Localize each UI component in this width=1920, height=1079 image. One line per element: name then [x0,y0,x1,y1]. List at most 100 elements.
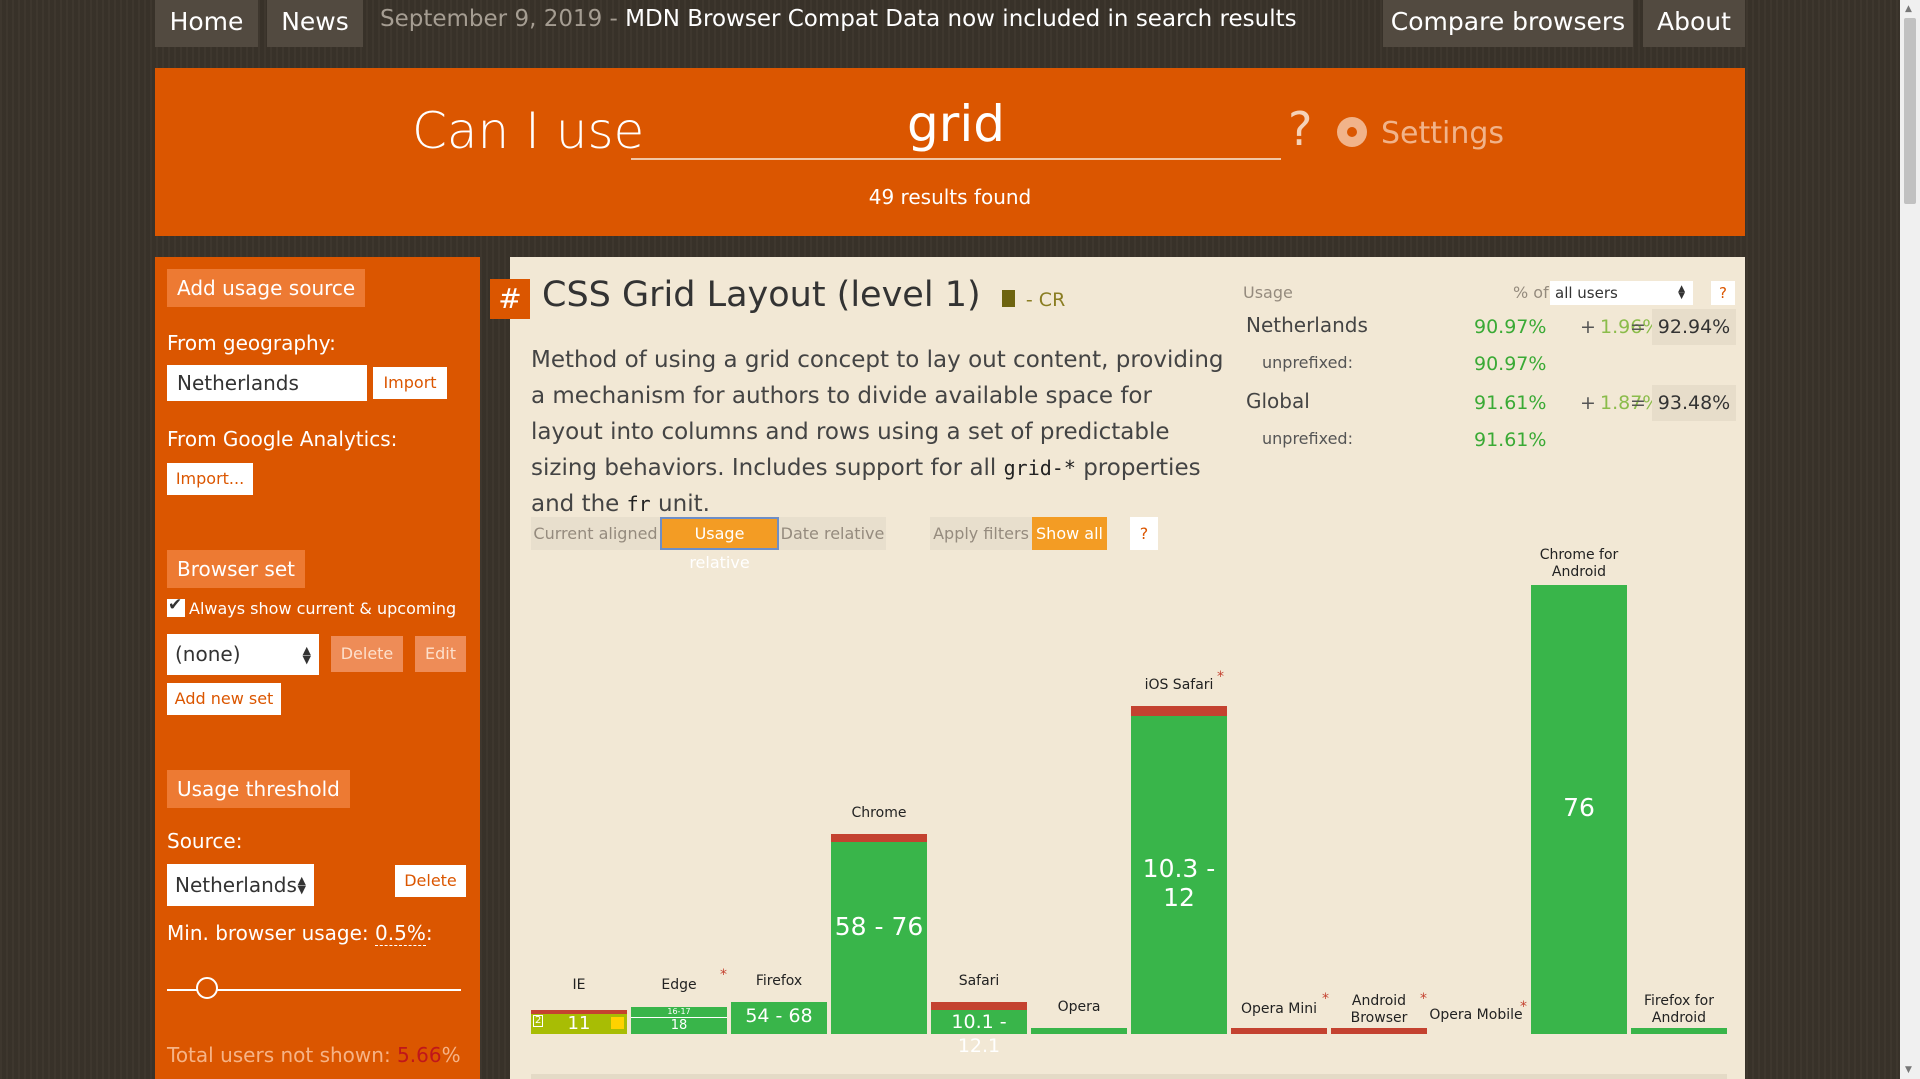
select-arrows-icon: ▲ ▼ [302,643,311,666]
settings-sidebar: Add usage source From geography: Netherl… [155,257,480,1079]
from-geography-label: From geography: [167,331,336,355]
browser-name-safari: Safari [958,973,1000,989]
browser-bar-chrome-android[interactable]: 76 [1531,585,1627,1034]
usage-label: Usage [1243,283,1293,302]
usage-region-global: Global [1246,389,1310,413]
notes-star-icon: * [1217,669,1224,685]
browser-bar-opera[interactable] [1031,1028,1127,1034]
browser-bar-ie[interactable]: 2 11 [531,1010,627,1034]
browser-name-opera-mini: Opera Mini [1240,1001,1318,1017]
browser-bar-firefox[interactable]: 54 - 68 [731,1002,827,1034]
browser-bar-edge[interactable]: 16-17 18 [631,1007,727,1034]
browser-name-firefox-android: Firefox for Android [1643,993,1715,1026]
filters-help-button[interactable]: ? [1130,517,1158,550]
geography-import-button[interactable]: Import [373,367,447,399]
ga-import-button[interactable]: Import... [167,463,253,495]
settings-label: Settings [1381,116,1505,151]
partial-support-icon [611,1017,624,1029]
geography-input[interactable]: Netherlands [167,365,367,401]
scroll-up-icon[interactable]: ▲ [1905,4,1912,14]
nav-compare-browsers[interactable]: Compare browsers [1383,0,1633,47]
news-headline[interactable]: September 9, 2019 - MDN Browser Compat D… [380,6,1297,32]
settings-button[interactable]: Settings [1337,116,1504,151]
usage-region-netherlands: Netherlands [1246,313,1368,337]
users-select[interactable]: all users ▲ ▼ [1550,281,1693,305]
usage-total: 92.94% [1652,309,1736,345]
nav-news[interactable]: News [267,0,363,47]
min-usage-value[interactable]: 0.5% [375,921,426,946]
table-scrollbar[interactable] [531,1074,1727,1079]
source-label: Source: [167,829,243,853]
search-input[interactable] [631,90,1281,160]
usage-full: 91.61% [1474,392,1547,414]
add-new-set-button[interactable]: Add new set [167,683,281,715]
search-help-button[interactable]: ? [1288,102,1312,156]
notes-star-icon: * [720,967,727,983]
nav-home[interactable]: Home [155,0,258,47]
feature-anchor-link[interactable]: # [490,279,530,319]
min-usage-label: Min. browser usage: 0.5%: [167,921,433,946]
site-title: Can I use [412,102,645,160]
always-show-checkbox[interactable]: ✔ [167,595,185,617]
select-arrows-icon: ▲ ▼ [1678,284,1685,301]
gear-icon [1337,117,1367,147]
browser-set-delete-button[interactable]: Delete [331,636,403,672]
browser-bar-ios-safari[interactable]: 10.3 - 12 [1131,706,1227,1034]
news-separator: - [602,6,626,32]
version-cell-ie-11[interactable]: 2 11 [531,1014,627,1034]
news-date: September 9, 2019 [380,6,603,32]
usage-help-button[interactable]: ? [1711,281,1735,305]
feature-panel: # CSS Grid Layout (level 1) - CR Method … [490,257,1745,1079]
current-aligned-button[interactable]: Current aligned [531,517,660,550]
browser-name-opera: Opera [1057,999,1101,1015]
search-header: Can I use ? Settings 49 results found [155,68,1745,236]
browser-name-chrome-android: Chrome for Android [1539,547,1619,580]
browser-name-ios-safari: iOS Safari [1144,677,1214,693]
unsupported-versions[interactable] [831,834,927,842]
usage-relative-button[interactable]: Usage relative [660,517,779,572]
document-icon[interactable] [1001,290,1015,307]
code-grid: grid-* [1003,456,1076,480]
browser-bar-safari[interactable]: 10.1 - 12.1 [931,1002,1027,1057]
always-show-label: Always show current & upcoming [189,599,457,618]
threshold-source-value: Netherlands [175,873,297,897]
usage-unprefixed: 91.61% [1474,429,1547,451]
scrollbar-thumb[interactable] [1904,18,1916,204]
feature-description: Method of using a grid concept to lay ou… [531,347,1224,517]
browser-bar-opera-mini[interactable] [1231,1028,1327,1034]
browser-name-opera-mobile: Opera Mobile [1429,1007,1523,1023]
browser-bar-chrome[interactable]: 58 - 76 [831,834,927,1034]
from-ga-label: From Google Analytics: [167,427,398,451]
select-arrows-icon: ▲ ▼ [297,874,306,896]
browser-bar-firefox-android[interactable] [1631,1028,1727,1034]
browser-name-chrome: Chrome [851,805,907,821]
browser-set-value: (none) [175,642,241,666]
threshold-delete-button[interactable]: Delete [395,865,466,897]
browser-name-android-browser: Android Browser [1350,993,1408,1026]
unsupported-versions[interactable] [931,1002,1027,1010]
show-all-button[interactable]: Show all [1032,517,1107,550]
scroll-down-icon[interactable]: ▼ [1905,1065,1912,1075]
threshold-source-select[interactable]: Netherlands ▲ ▼ [167,864,314,906]
news-text[interactable]: MDN Browser Compat Data now included in … [625,6,1296,32]
page-scrollbar[interactable]: ▲ ▼ [1900,0,1920,1079]
checkmark-icon: ✔ [168,595,183,615]
spec-status[interactable]: - CR [1026,289,1065,311]
notes-star-icon: * [1520,999,1527,1015]
unsupported-versions[interactable] [1131,706,1227,716]
date-relative-button[interactable]: Date relative [779,517,886,550]
feature-title-text: CSS Grid Layout (level 1) [542,275,981,315]
browser-name-firefox: Firefox [755,973,803,989]
nav-about[interactable]: About [1643,0,1745,47]
pct-of-label: % of [1513,283,1549,302]
apply-filters-label: Apply filters [930,517,1032,550]
browser-set-select[interactable]: (none) ▲ ▼ [167,634,319,675]
browser-set-edit-button[interactable]: Edit [415,636,466,672]
browser-name-edge: Edge [661,977,697,993]
notes-star-icon: * [1420,991,1427,1007]
min-usage-slider-thumb[interactable] [196,977,219,999]
notes-star-icon: * [1322,991,1329,1007]
browser-bar-android-browser[interactable] [1331,1028,1427,1034]
code-fr: fr [626,492,651,516]
usage-unprefixed: 90.97% [1474,353,1547,375]
